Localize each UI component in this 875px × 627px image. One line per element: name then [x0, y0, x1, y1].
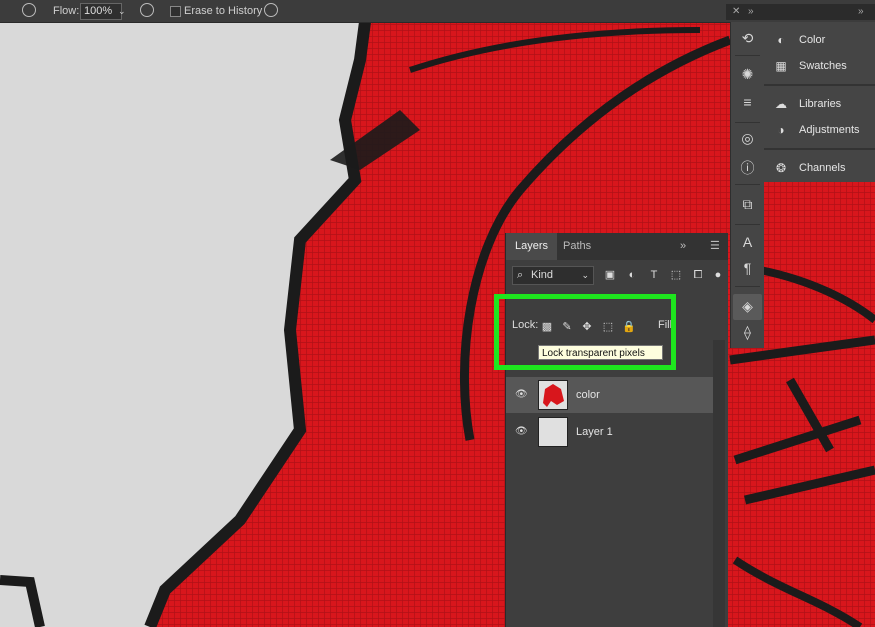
tab-layers[interactable]: Layers [506, 233, 558, 260]
erase-to-history-label: Erase to History [184, 5, 263, 17]
layer-name-color: color [576, 389, 600, 401]
panel-channels[interactable]: ❂ Channels [764, 156, 875, 180]
expand-icon[interactable]: » [858, 4, 864, 20]
layer-row-layer-1[interactable]: 👁 Layer 1 [506, 414, 714, 450]
airbrush-icon[interactable] [22, 3, 36, 17]
adjustments-icon: ◑ [777, 123, 785, 137]
character-icon[interactable]: A [739, 234, 756, 251]
tooltip-lock-transparent-pixels: Lock transparent pixels [538, 345, 663, 360]
layer-thumbnail-layer-1 [538, 417, 568, 447]
brushes-icon[interactable]: ≡ [739, 94, 756, 111]
clone-source-icon[interactable]: ⧉ [739, 196, 756, 213]
history-icon[interactable]: ⟲ [739, 30, 756, 47]
erase-to-history-checkbox[interactable] [170, 6, 181, 17]
airbrush-toggle-icon[interactable] [140, 3, 154, 17]
search-icon: ⌕ [517, 269, 524, 281]
collapse-icon[interactable]: » [748, 4, 754, 20]
swatches-grid-icon: ▦ [775, 59, 787, 73]
color-wheel-icon: ◐ [777, 33, 785, 47]
filter-pixel-icon[interactable]: ▣ [604, 269, 616, 281]
panel-menu-icon[interactable]: ☰ [710, 233, 720, 260]
pressure-icon[interactable] [264, 3, 278, 17]
brush-settings-icon[interactable]: ✺ [739, 66, 756, 83]
layer-name-layer-1: Layer 1 [576, 426, 613, 438]
layers-panel: Layers Paths » ☰ ⌕ Kind ⌄ ▣ ◐ T ⬚ ⧠ ● Lo… [505, 233, 728, 627]
visibility-eye-icon[interactable]: 👁 [515, 389, 528, 401]
panel-color[interactable]: ◐ Color [764, 28, 875, 52]
filter-toggle-icon[interactable]: ● [712, 269, 724, 281]
panel-libraries[interactable]: ☁ Libraries [764, 92, 875, 116]
visibility-eye-icon[interactable]: 👁 [515, 426, 528, 438]
filter-smart-object-icon[interactable]: ⧠ [692, 269, 704, 281]
named-panels: ◐ Color ▦ Swatches ☁ Libraries ◑ Adjustm… [764, 22, 875, 182]
libraries-icon: ☁ [775, 97, 787, 111]
layers-panel-tabs: Layers Paths » ☰ [506, 233, 728, 260]
layers-scrollbar[interactable] [713, 340, 725, 627]
layers-icon[interactable]: ◈ [739, 298, 756, 315]
filter-shape-icon[interactable]: ⬚ [670, 269, 682, 281]
flow-label: Flow: [53, 5, 80, 17]
info-icon[interactable]: ⓘ [739, 160, 756, 177]
layer-row-color[interactable]: 👁 color [506, 377, 714, 413]
filter-type-icon[interactable]: T [648, 269, 660, 281]
panel-swatches[interactable]: ▦ Swatches [764, 54, 875, 78]
flow-input[interactable]: 100% [80, 3, 122, 20]
panel-dock-header: ✕ » » [726, 4, 875, 20]
filter-adjustment-icon[interactable]: ◐ [626, 269, 638, 281]
paths-icon[interactable]: ⟠ [739, 324, 756, 341]
chevron-down-icon[interactable]: ⌄ [118, 0, 126, 22]
tab-paths[interactable]: Paths [554, 233, 600, 260]
channels-icon: ❂ [775, 161, 787, 175]
filter-kind-select[interactable]: ⌕ Kind ⌄ [512, 266, 594, 285]
chevron-down-icon: ⌄ [581, 270, 589, 280]
paragraph-icon[interactable]: ¶ [739, 260, 756, 277]
panel-icon-dock: ⟲ ✺ ≡ ◎ ⓘ ⧉ A ¶ ◈ ⟠ [730, 22, 764, 348]
panel-collapse-icon[interactable]: » [680, 233, 686, 260]
close-icon[interactable]: ✕ [732, 4, 740, 20]
panel-adjustments[interactable]: ◑ Adjustments [764, 118, 875, 142]
layer-thumbnail-color [538, 380, 568, 410]
navigator-icon[interactable]: ◎ [739, 130, 756, 147]
